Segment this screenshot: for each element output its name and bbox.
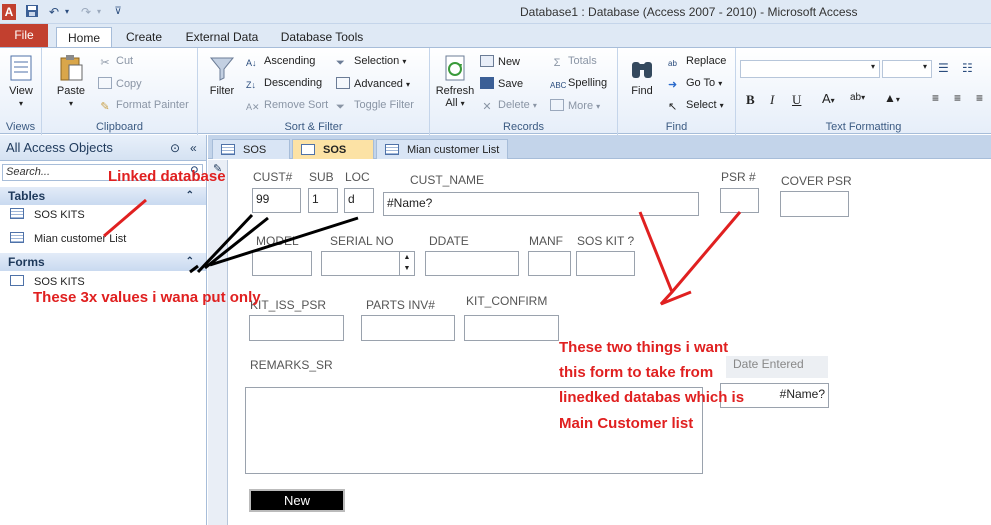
annotation-line-3: linedked databas which is <box>559 389 745 406</box>
access-window: A ↶ ▾ ↷ ▾ ⊽ Database1 : Database (Access… <box>0 0 991 525</box>
annotation-red-check <box>638 211 742 306</box>
annotation-overlay <box>103 198 742 306</box>
annotation-linked-database: Linked database <box>108 168 226 185</box>
annotation-three-values: These 3x values i wana put only <box>33 289 261 306</box>
annotation-red-slash <box>103 198 147 238</box>
annotation-line-4: Main Customer list <box>559 415 694 432</box>
annotation-line-1: These two things i want <box>559 339 729 356</box>
annotation-line-2: this form to take from <box>559 364 714 381</box>
annotation-black-arrows <box>189 213 359 274</box>
